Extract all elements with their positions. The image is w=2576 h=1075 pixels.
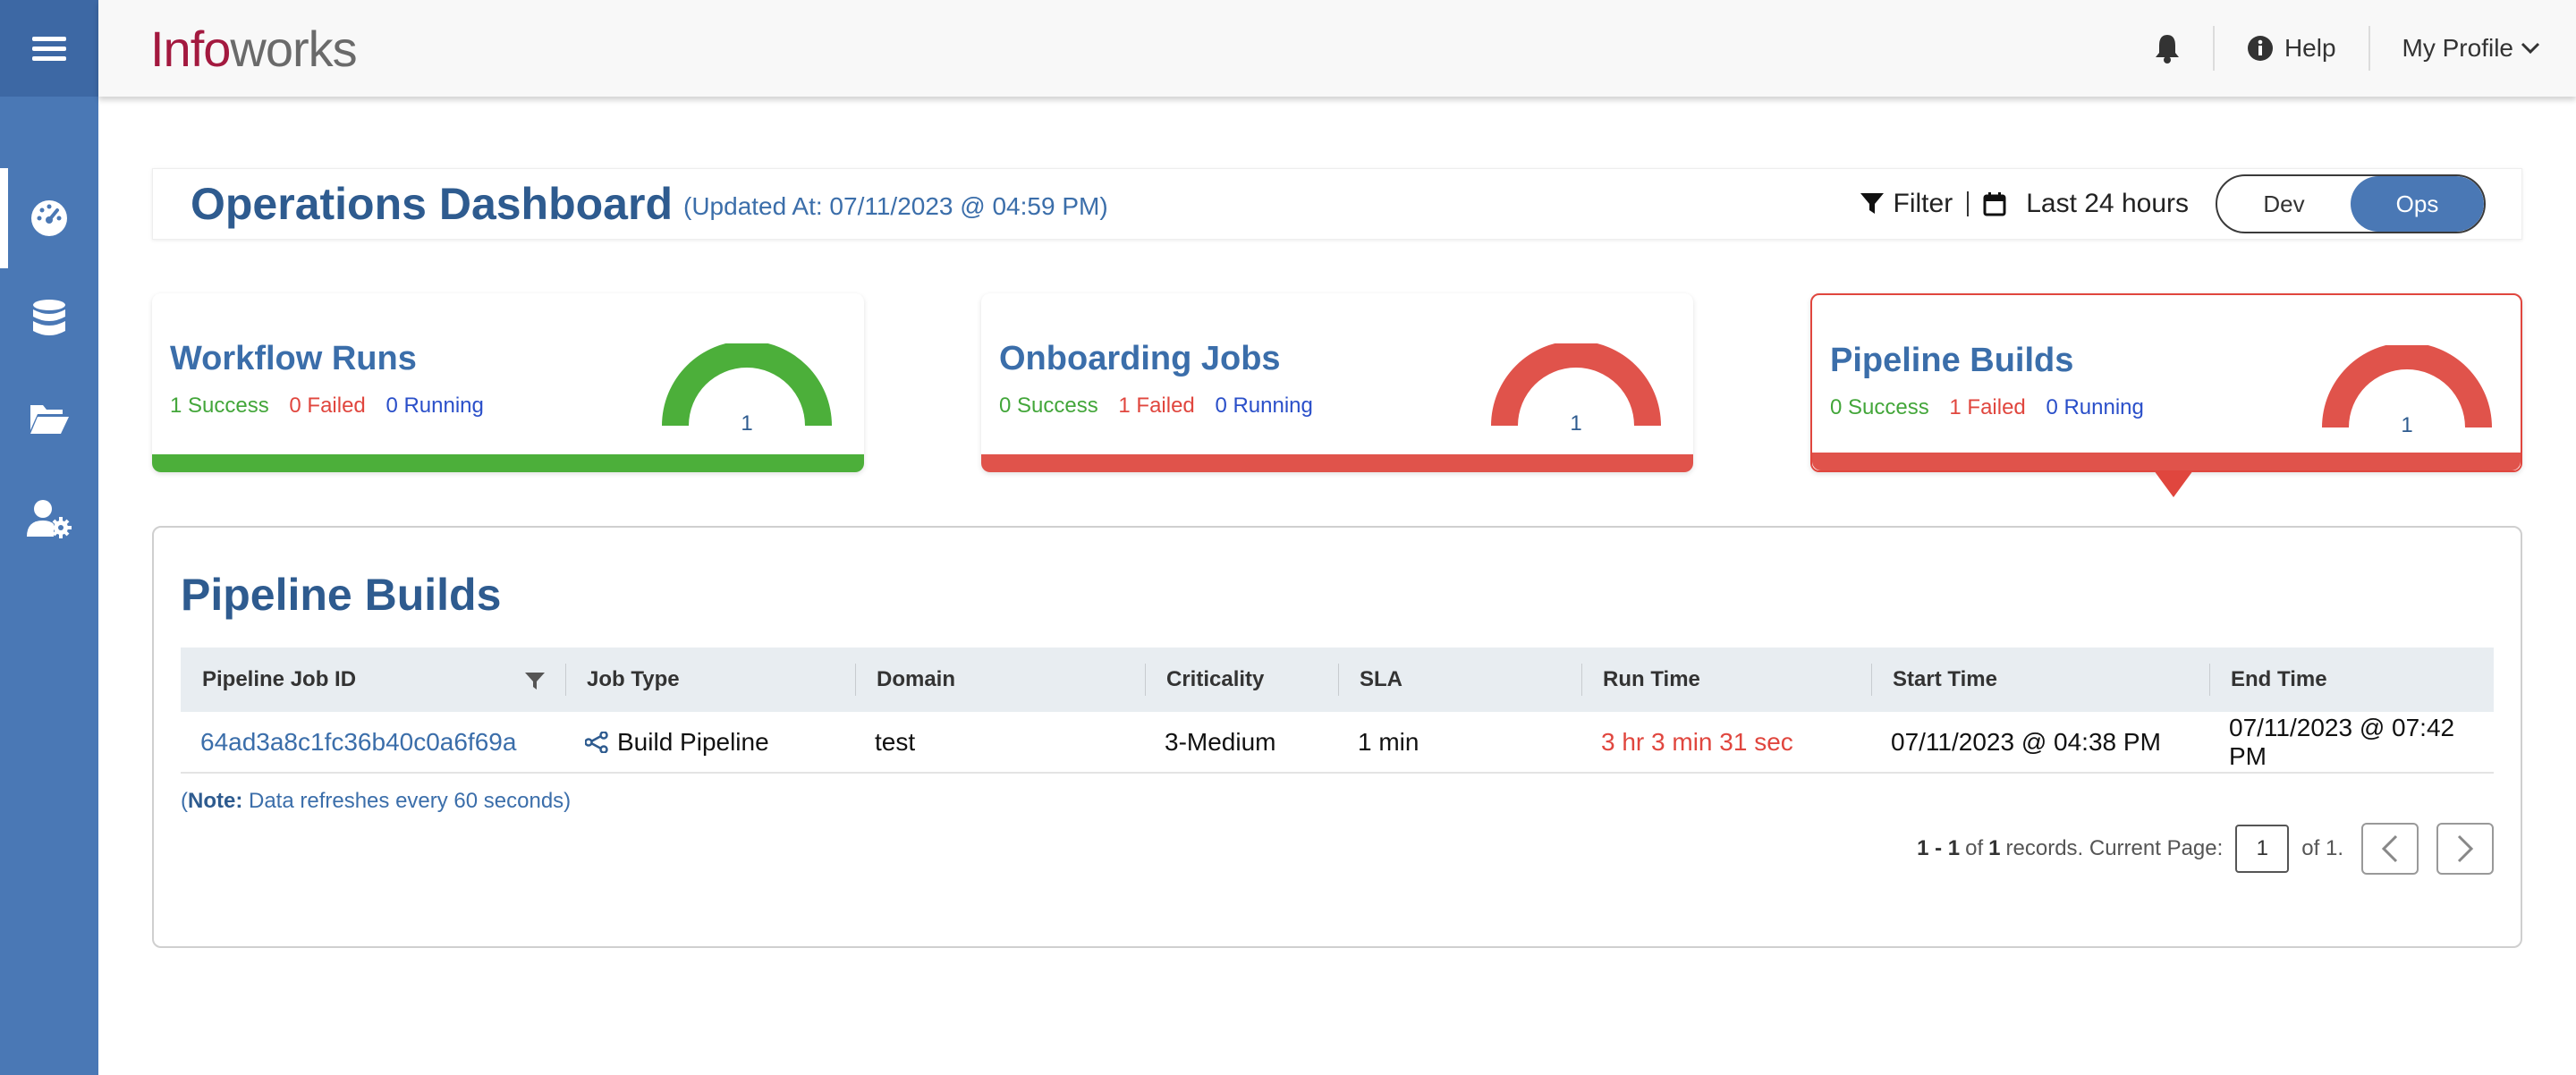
selected-card-pointer [2154, 470, 2193, 497]
failed-count: 1 Failed [1949, 395, 2026, 419]
pipeline-icon [584, 730, 608, 754]
chevron-down-icon [2521, 42, 2540, 55]
calendar-icon [1983, 192, 2006, 216]
success-count: 1 Success [170, 394, 269, 418]
failed-count: 0 Failed [289, 394, 366, 418]
column-filter-icon[interactable] [524, 672, 546, 691]
env-toggle[interactable]: Dev Ops [2216, 174, 2486, 233]
help-button[interactable]: Help [2215, 26, 2368, 71]
onboarding-jobs-card[interactable]: Onboarding Jobs 0 Success 1 Failed 0 Run… [981, 293, 1693, 472]
running-count: 0 Running [386, 394, 484, 418]
note-label: Note: [188, 789, 243, 813]
gauge-value: 1 [741, 411, 753, 436]
workflow-runs-card[interactable]: Workflow Runs 1 Success 0 Failed 0 Runni… [152, 293, 864, 472]
card-stats: 1 Success 0 Failed 0 Running [170, 394, 498, 419]
sidebar-item-data-sources[interactable] [0, 268, 98, 368]
sidebar-item-dashboard[interactable] [0, 168, 98, 268]
column-header-job-type[interactable]: Job Type [565, 648, 855, 712]
record-range: 1 - 1 [1917, 836, 1961, 860]
pipeline-builds-panel: Pipeline Builds Pipeline Job ID Job Type… [152, 526, 2522, 948]
pipeline-builds-card[interactable]: Pipeline Builds 0 Success 1 Failed 0 Run… [1810, 293, 2522, 497]
top-header: Infoworks Help My Profile [98, 0, 2576, 97]
column-header-start-time[interactable]: Start Time [1871, 648, 2209, 712]
column-header-domain[interactable]: Domain [855, 648, 1145, 712]
running-count: 0 Running [1215, 394, 1313, 418]
notifications-button[interactable] [2122, 26, 2213, 71]
column-header-job-id[interactable]: Pipeline Job ID [181, 648, 565, 712]
dashboard-title-bar: Operations Dashboard (Updated At: 07/11/… [152, 168, 2522, 240]
filter-button[interactable]: Filter [1860, 189, 1953, 219]
record-total: 1 [1988, 836, 2001, 860]
card-status-stripe [152, 454, 864, 472]
column-header-criticality[interactable]: Criticality [1145, 648, 1338, 712]
success-count: 0 Success [999, 394, 1098, 418]
filter-label: Filter [1893, 189, 1953, 218]
help-label: Help [2284, 34, 2336, 62]
gauge-value: 1 [2401, 413, 2413, 437]
pipeline-builds-table: Pipeline Job ID Job Type Domain Critical… [181, 648, 2494, 774]
job-id-link[interactable]: 64ad3a8c1fc36b40c0a6f69a [181, 712, 565, 774]
column-header-sla[interactable]: SLA [1338, 648, 1581, 712]
table-row[interactable]: 64ad3a8c1fc36b40c0a6f69a Build Pipeline … [181, 712, 2494, 774]
card-title: Pipeline Builds [1830, 342, 2074, 379]
filter-funnel-icon [1860, 193, 1884, 214]
success-count: 0 Success [1830, 395, 1929, 419]
card-stats: 0 Success 1 Failed 0 Running [1830, 395, 2158, 420]
pagination: 1 - 1 of 1 records. Current Page: 1 of 1… [1911, 823, 2494, 875]
toggle-option-ops[interactable]: Ops [2351, 176, 2484, 232]
bell-icon [2155, 35, 2179, 63]
end-time-cell: 07/11/2023 @ 07:42 PM [2209, 712, 2494, 774]
infoworks-logo[interactable]: Infoworks [150, 20, 358, 78]
time-range-label: Last 24 hours [2026, 189, 2189, 218]
menu-icon [32, 31, 66, 66]
card-status-stripe [1812, 453, 2521, 470]
folder-open-icon [30, 405, 69, 434]
job-type-cell: Build Pipeline [565, 712, 855, 774]
next-page-button[interactable] [2436, 823, 2494, 875]
criticality-cell: 3-Medium [1145, 712, 1338, 774]
note-text: Data refreshes every 60 seconds) [249, 789, 572, 813]
chevron-left-icon [2381, 834, 2398, 863]
start-time-cell: 07/11/2023 @ 04:38 PM [1871, 712, 2209, 774]
page-count-text: of 1. [2301, 836, 2343, 860]
run-time-cell: 3 hr 3 min 31 sec [1581, 712, 1871, 774]
time-range-selector[interactable]: Last 24 hours [1983, 189, 2189, 219]
records-text: records. Current Page: [2005, 836, 2224, 860]
previous-page-button[interactable] [2361, 823, 2419, 875]
info-circle-icon [2247, 36, 2273, 61]
refresh-note: (Note: Data refreshes every 60 seconds) [181, 789, 572, 813]
profile-label: My Profile [2402, 34, 2513, 62]
domain-cell: test [855, 712, 1145, 774]
filter-divider [1967, 191, 1970, 216]
hamburger-menu-button[interactable] [0, 0, 98, 97]
failed-count: 1 Failed [1118, 394, 1195, 418]
database-icon [33, 300, 65, 335]
panel-title: Pipeline Builds [181, 570, 502, 620]
card-stats: 0 Success 1 Failed 0 Running [999, 394, 1327, 419]
card-title: Workflow Runs [170, 340, 417, 377]
profile-menu-button[interactable]: My Profile [2370, 26, 2576, 71]
column-header-end-time[interactable]: End Time [2209, 648, 2494, 712]
current-page-input[interactable]: 1 [2235, 825, 2290, 873]
gauge-value: 1 [1570, 411, 1582, 436]
job-type-label: Build Pipeline [617, 727, 769, 756]
dashboard-gauge-icon [31, 200, 67, 236]
sla-cell: 1 min [1338, 712, 1581, 774]
card-status-stripe [981, 454, 1693, 472]
toggle-option-dev[interactable]: Dev [2217, 176, 2351, 232]
table-header-row: Pipeline Job ID Job Type Domain Critical… [181, 648, 2494, 712]
sidebar-item-admin[interactable] [0, 469, 98, 569]
updated-timestamp: (Updated At: 07/11/2023 @ 04:59 PM) [683, 192, 1108, 220]
column-header-run-time[interactable]: Run Time [1581, 648, 1871, 712]
sidebar [0, 0, 98, 1075]
card-title: Onboarding Jobs [999, 340, 1281, 377]
sidebar-item-domains[interactable] [0, 368, 98, 469]
user-settings-icon [27, 500, 72, 538]
running-count: 0 Running [2046, 395, 2144, 419]
chevron-right-icon [2457, 834, 2474, 863]
page-title: Operations Dashboard [191, 179, 673, 229]
